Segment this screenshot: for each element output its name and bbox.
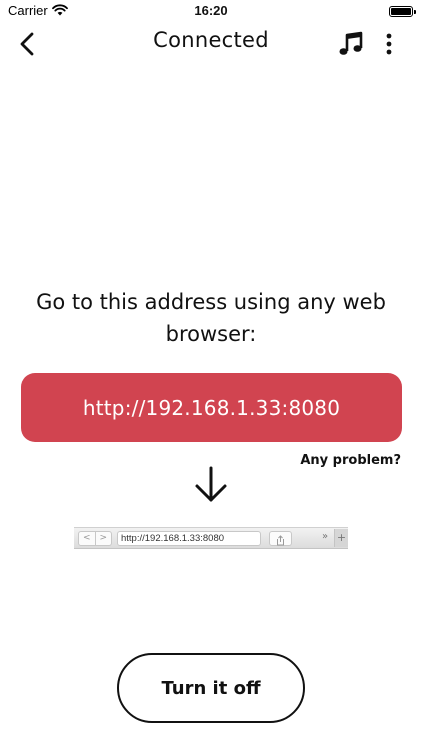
- any-problem-link[interactable]: Any problem?: [300, 453, 401, 468]
- more-vertical-icon[interactable]: [384, 32, 394, 56]
- battery-icon: [389, 6, 416, 17]
- nav-bar: Connected: [0, 24, 422, 64]
- music-note-icon[interactable]: [338, 30, 364, 58]
- browser-overflow-icon: »: [322, 531, 329, 542]
- browser-nav-arrows: < >: [78, 531, 112, 546]
- address-button[interactable]: http://192.168.1.33:8080: [21, 373, 402, 442]
- browser-share-icon: [269, 531, 292, 546]
- address-text: http://192.168.1.33:8080: [82, 395, 341, 420]
- status-bar: Carrier 16:20: [0, 0, 422, 24]
- turn-off-label: Turn it off: [161, 677, 261, 699]
- browser-new-tab-icon: +: [334, 529, 348, 547]
- arrow-down-icon: [195, 466, 227, 502]
- browser-back-icon: <: [79, 532, 96, 545]
- battery-nub: [414, 10, 416, 14]
- battery-fill: [391, 8, 411, 15]
- browser-url-field: http://192.168.1.33:8080: [117, 531, 261, 546]
- instruction-text: Go to this address using any web browser…: [36, 290, 386, 346]
- browser-toolbar-illustration: < > http://192.168.1.33:8080 » +: [74, 527, 348, 549]
- turn-off-button[interactable]: Turn it off: [117, 653, 305, 723]
- status-time: 16:20: [194, 3, 228, 18]
- browser-forward-icon: >: [99, 533, 108, 543]
